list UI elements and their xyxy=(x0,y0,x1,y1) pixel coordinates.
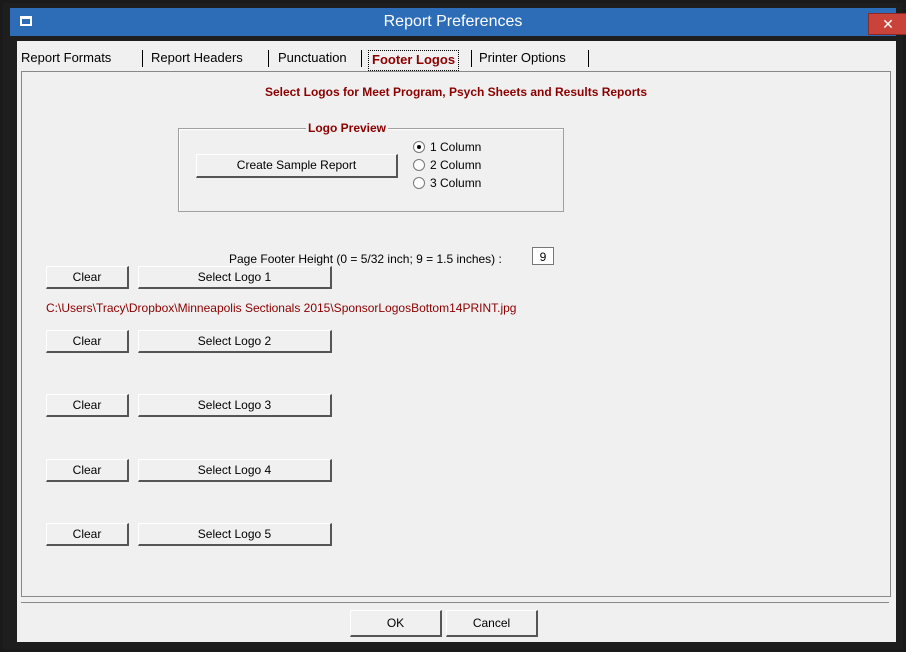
tab-printer-options[interactable]: Printer Options xyxy=(479,49,566,69)
tab-report-headers[interactable]: Report Headers xyxy=(151,49,243,69)
radio-3-column-label: 3 Column xyxy=(430,176,482,190)
radio-unchecked-icon xyxy=(413,176,425,189)
clear-logo-1-button[interactable]: Clear xyxy=(46,266,129,289)
report-preferences-window: Report Preferences ✕ Report Formats Repo… xyxy=(0,0,906,652)
clear-logo-3-button[interactable]: Clear xyxy=(46,394,129,417)
cancel-button[interactable]: Cancel xyxy=(446,610,538,637)
tab-punctuation[interactable]: Punctuation xyxy=(278,49,347,69)
select-logo-2-button[interactable]: Select Logo 2 xyxy=(138,330,332,353)
radio-1-column-label: 1 Column xyxy=(430,140,482,154)
select-logo-5-button[interactable]: Select Logo 5 xyxy=(138,523,332,546)
tab-separator xyxy=(268,50,269,67)
tab-strip: Report Formats Report Headers Punctuatio… xyxy=(17,45,896,71)
dialog-button-bar: OK Cancel xyxy=(21,602,889,637)
tab-separator xyxy=(142,50,143,67)
clear-logo-4-button[interactable]: Clear xyxy=(46,459,129,482)
logo-preview-legend: Logo Preview xyxy=(306,121,389,135)
title-bar[interactable]: Report Preferences ✕ xyxy=(10,8,906,36)
window-title: Report Preferences xyxy=(383,13,523,30)
radio-3-column[interactable]: 3 Column xyxy=(413,176,481,190)
panel-heading: Select Logos for Meet Program, Psych She… xyxy=(264,85,648,99)
tab-separator xyxy=(588,50,589,67)
dialog-client-area: Report Formats Report Headers Punctuatio… xyxy=(17,41,896,642)
footer-height-input[interactable]: 9 xyxy=(532,247,554,265)
select-logo-3-button[interactable]: Select Logo 3 xyxy=(138,394,332,417)
logo-preview-group: Logo Preview Create Sample Report 1 Colu… xyxy=(178,121,564,212)
radio-checked-icon xyxy=(413,140,425,153)
footer-height-label: Page Footer Height (0 = 5/32 inch; 9 = 1… xyxy=(229,252,502,266)
ok-button[interactable]: OK xyxy=(350,610,442,637)
tab-separator xyxy=(361,50,362,67)
radio-unchecked-icon xyxy=(413,158,425,171)
footer-logos-panel: Select Logos for Meet Program, Psych She… xyxy=(21,71,891,597)
radio-2-column[interactable]: 2 Column xyxy=(413,158,481,172)
clear-logo-5-button[interactable]: Clear xyxy=(46,523,129,546)
radio-1-column[interactable]: 1 Column xyxy=(413,140,481,154)
select-logo-4-button[interactable]: Select Logo 4 xyxy=(138,459,332,482)
tab-footer-logos[interactable]: Footer Logos xyxy=(368,50,460,71)
tab-separator xyxy=(471,50,472,67)
close-button[interactable]: ✕ xyxy=(868,13,906,35)
logo-1-path: C:\Users\Tracy\Dropbox\Minneapolis Secti… xyxy=(46,301,517,315)
create-sample-report-button[interactable]: Create Sample Report xyxy=(196,154,398,178)
tab-report-formats[interactable]: Report Formats xyxy=(21,49,111,69)
radio-2-column-label: 2 Column xyxy=(430,158,482,172)
close-icon: ✕ xyxy=(882,16,894,32)
clear-logo-2-button[interactable]: Clear xyxy=(46,330,129,353)
select-logo-1-button[interactable]: Select Logo 1 xyxy=(138,266,332,289)
